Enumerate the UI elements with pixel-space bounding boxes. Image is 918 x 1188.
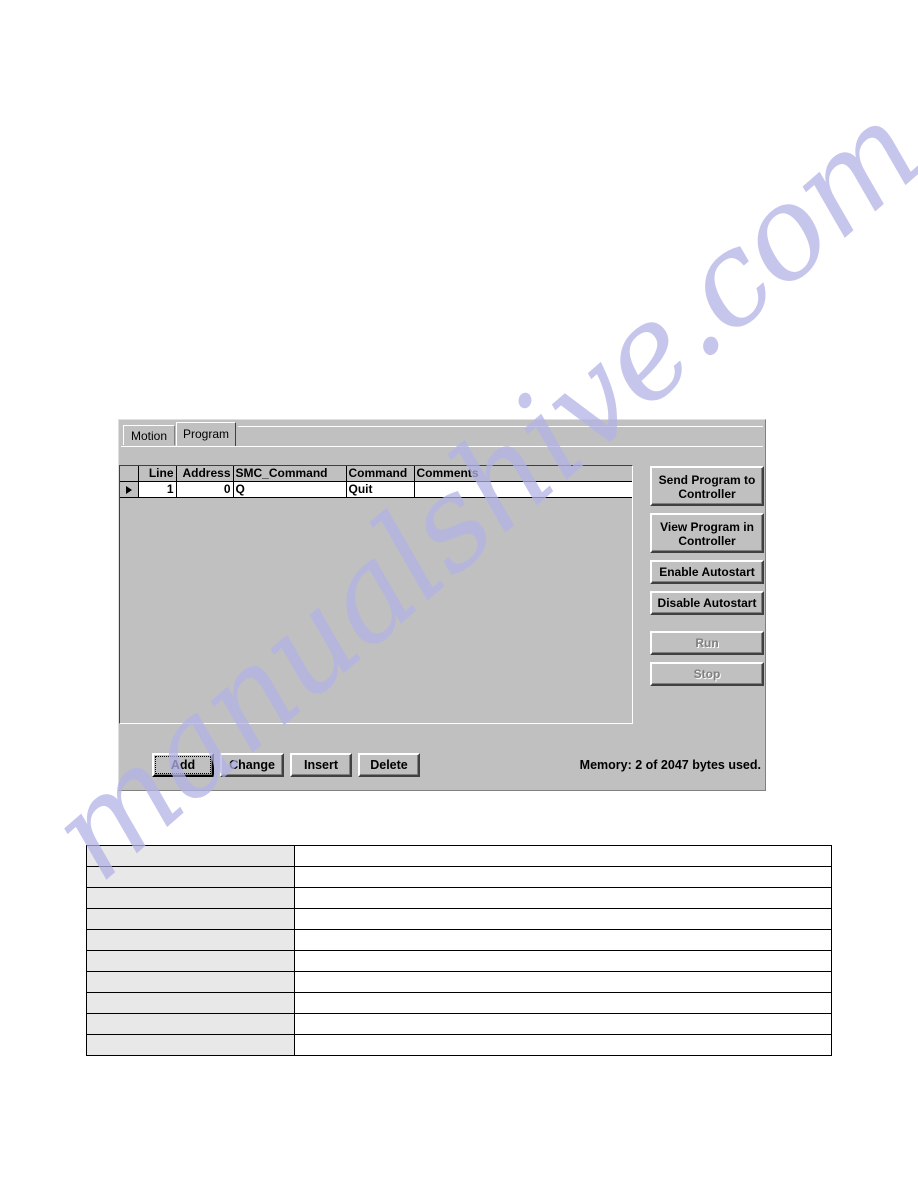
table-row bbox=[86, 866, 832, 888]
insert-button[interactable]: Insert bbox=[290, 753, 352, 777]
cell-address[interactable]: 0 bbox=[176, 481, 234, 498]
doc-table-value-cell bbox=[294, 908, 832, 930]
memory-status-text: Memory: 2 of 2047 bytes used. bbox=[579, 758, 761, 772]
doc-table-label-cell bbox=[86, 971, 295, 993]
table-row bbox=[86, 971, 832, 993]
cell-comments[interactable] bbox=[414, 481, 632, 498]
column-header-comments[interactable]: Comments bbox=[414, 466, 632, 482]
doc-table-value-cell bbox=[294, 1013, 832, 1035]
column-header-selector[interactable] bbox=[120, 466, 139, 482]
table-row bbox=[86, 1034, 832, 1056]
column-header-command[interactable]: Command bbox=[346, 466, 415, 482]
tab-strip-filler bbox=[238, 426, 763, 446]
doc-table-label-cell bbox=[86, 845, 295, 867]
column-header-address[interactable]: Address bbox=[176, 466, 234, 482]
bottom-toolbar: Add Change Insert Delete Memory: 2 of 20… bbox=[119, 744, 767, 792]
table-row bbox=[86, 908, 832, 930]
table-header-row: Line Address SMC_Command Command Comment… bbox=[120, 466, 632, 482]
doc-table-value-cell bbox=[294, 992, 832, 1014]
document-table bbox=[86, 845, 832, 1056]
doc-table-value-cell bbox=[294, 929, 832, 951]
document-table-body bbox=[86, 845, 832, 1056]
doc-table-label-cell bbox=[86, 1013, 295, 1035]
view-program-in-controller-label: View Program in Controller bbox=[660, 520, 754, 548]
cell-smc-command[interactable]: Q bbox=[233, 481, 347, 498]
tab-page-top-edge bbox=[121, 446, 763, 449]
doc-table-value-cell bbox=[294, 866, 832, 888]
table-row bbox=[86, 845, 832, 867]
doc-table-value-cell bbox=[294, 1034, 832, 1056]
send-program-to-controller-label: Send Program to Controller bbox=[658, 473, 756, 501]
column-header-line[interactable]: Line bbox=[138, 466, 177, 482]
add-button[interactable]: Add bbox=[152, 753, 214, 777]
delete-button[interactable]: Delete bbox=[358, 753, 420, 777]
table-row bbox=[86, 887, 832, 909]
send-program-to-controller-button[interactable]: Send Program to Controller bbox=[650, 466, 764, 506]
program-grid-table: Line Address SMC_Command Command Comment… bbox=[120, 466, 632, 498]
program-grid-viewport[interactable]: Line Address SMC_Command Command Comment… bbox=[120, 466, 632, 723]
row-selector-arrow-icon bbox=[125, 485, 132, 494]
change-button[interactable]: Change bbox=[220, 753, 284, 777]
table-row[interactable]: 1 0 Q Quit bbox=[120, 481, 632, 498]
table-row bbox=[86, 929, 832, 951]
table-row bbox=[86, 1013, 832, 1035]
doc-table-label-cell bbox=[86, 929, 295, 951]
enable-autostart-button[interactable]: Enable Autostart bbox=[650, 560, 764, 584]
run-label: Run bbox=[695, 636, 719, 650]
view-program-in-controller-button[interactable]: View Program in Controller bbox=[650, 513, 764, 553]
row-selector-cell[interactable] bbox=[120, 481, 139, 498]
tab-program[interactable]: Program bbox=[176, 422, 236, 446]
program-panel-window: Motion Program Line Address SMC_Command … bbox=[118, 419, 766, 791]
disable-autostart-label: Disable Autostart bbox=[657, 596, 757, 610]
table-row bbox=[86, 950, 832, 972]
enable-autostart-label: Enable Autostart bbox=[659, 565, 755, 579]
add-label: Add bbox=[170, 758, 196, 772]
cell-command[interactable]: Quit bbox=[346, 481, 415, 498]
doc-table-label-cell bbox=[86, 992, 295, 1014]
column-header-smc-command[interactable]: SMC_Command bbox=[233, 466, 347, 482]
table-row bbox=[86, 992, 832, 1014]
run-button: Run bbox=[650, 631, 764, 655]
change-label: Change bbox=[229, 758, 275, 772]
doc-table-value-cell bbox=[294, 887, 832, 909]
doc-table-label-cell bbox=[86, 1034, 295, 1056]
doc-table-value-cell bbox=[294, 845, 832, 867]
disable-autostart-button[interactable]: Disable Autostart bbox=[650, 591, 764, 615]
insert-label: Insert bbox=[303, 758, 339, 772]
cell-line[interactable]: 1 bbox=[138, 481, 177, 498]
doc-table-label-cell bbox=[86, 887, 295, 909]
stop-label: Stop bbox=[693, 667, 721, 681]
tab-strip: Motion Program bbox=[119, 420, 767, 446]
doc-table-value-cell bbox=[294, 950, 832, 972]
delete-label: Delete bbox=[370, 758, 408, 772]
action-button-panel: Send Program to Controller View Program … bbox=[650, 466, 764, 686]
doc-table-label-cell bbox=[86, 950, 295, 972]
doc-table-label-cell bbox=[86, 908, 295, 930]
doc-table-label-cell bbox=[86, 866, 295, 888]
tab-motion[interactable]: Motion bbox=[123, 425, 175, 445]
program-grid[interactable]: Line Address SMC_Command Command Comment… bbox=[119, 465, 633, 724]
stop-button: Stop bbox=[650, 662, 764, 686]
doc-table-value-cell bbox=[294, 971, 832, 993]
